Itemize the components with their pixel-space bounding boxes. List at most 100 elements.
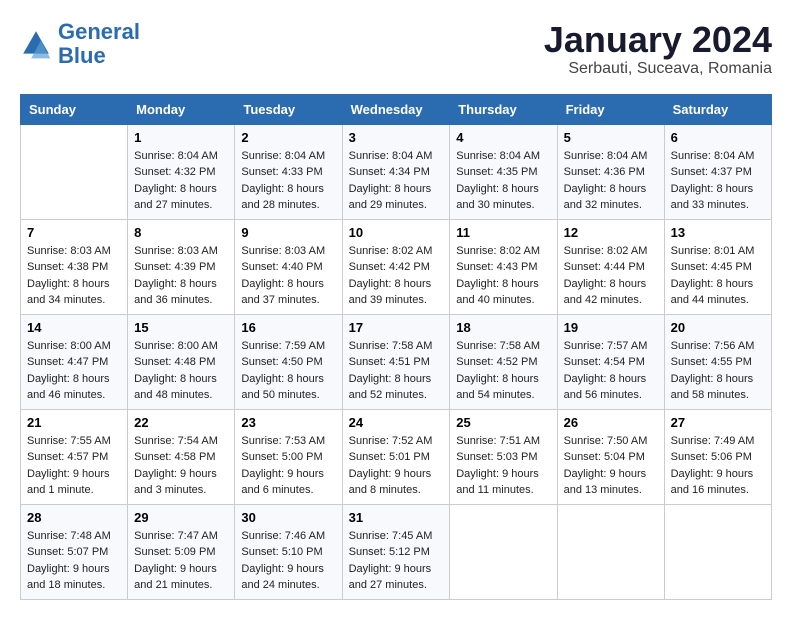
day-cell: 9 Sunrise: 8:03 AMSunset: 4:40 PMDaylight… xyxy=(235,219,342,314)
day-cell: 5Sunrise: 8:04 AMSunset: 4:36 PMDaylight… xyxy=(557,124,664,219)
day-cell xyxy=(664,504,771,599)
week-row-2: 7Sunrise: 8:03 AMSunset: 4:38 PMDaylight… xyxy=(21,219,772,314)
day-number: 18 xyxy=(456,320,550,335)
day-cell: 24 Sunrise: 7:52 AMSunset: 5:01 PMDayligh… xyxy=(342,409,450,504)
day-info: Sunrise: 7:50 AMSunset: 5:04 PMDaylight:… xyxy=(564,433,658,499)
logo-line1: General xyxy=(58,19,140,44)
day-info: Sunrise: 7:54 AMSunset: 4:58 PMDaylight:… xyxy=(134,433,228,499)
day-cell: 23 Sunrise: 7:53 AMSunset: 5:00 PMDayligh… xyxy=(235,409,342,504)
day-info: Sunrise: 8:04 AMSunset: 4:34 PMDaylight:… xyxy=(349,148,444,214)
day-number: 25 xyxy=(456,415,550,430)
day-info: Sunrise: 8:02 AMSunset: 4:44 PMDaylight:… xyxy=(564,243,658,309)
day-cell: 22 Sunrise: 7:54 AMSunset: 4:58 PMDayligh… xyxy=(128,409,235,504)
day-info: Sunrise: 7:51 AMSunset: 5:03 PMDaylight:… xyxy=(456,433,550,499)
day-info: Sunrise: 7:57 AMSunset: 4:54 PMDaylight:… xyxy=(564,338,658,404)
day-info: Sunrise: 7:56 AMSunset: 4:55 PMDaylight:… xyxy=(671,338,765,404)
day-cell: 7Sunrise: 8:03 AMSunset: 4:38 PMDaylight… xyxy=(21,219,128,314)
day-info: Sunrise: 8:04 AMSunset: 4:37 PMDaylight:… xyxy=(671,148,765,214)
day-number: 27 xyxy=(671,415,765,430)
day-cell xyxy=(450,504,557,599)
logo: General Blue xyxy=(20,20,140,68)
day-cell: 25 Sunrise: 7:51 AMSunset: 5:03 PMDayligh… xyxy=(450,409,557,504)
day-number: 28 xyxy=(27,510,121,525)
day-info: Sunrise: 8:04 AMSunset: 4:35 PMDaylight:… xyxy=(456,148,550,214)
day-number: 12 xyxy=(564,225,658,240)
day-number: 26 xyxy=(564,415,658,430)
month-title: January 2024 xyxy=(544,20,772,60)
day-info: Sunrise: 8:03 AMSunset: 4:39 PMDaylight:… xyxy=(134,243,228,309)
day-cell: 19 Sunrise: 7:57 AMSunset: 4:54 PMDayligh… xyxy=(557,314,664,409)
day-cell: 10 Sunrise: 8:02 AMSunset: 4:42 PMDayligh… xyxy=(342,219,450,314)
day-cell: 3 Sunrise: 8:04 AMSunset: 4:34 PMDaylight… xyxy=(342,124,450,219)
day-info: Sunrise: 8:03 AMSunset: 4:40 PMDaylight:… xyxy=(241,243,335,309)
day-cell: 8 Sunrise: 8:03 AMSunset: 4:39 PMDaylight… xyxy=(128,219,235,314)
day-cell: 20Sunrise: 7:56 AMSunset: 4:55 PMDayligh… xyxy=(664,314,771,409)
day-number: 6 xyxy=(671,130,765,145)
header-monday: Monday xyxy=(128,94,235,124)
week-row-3: 14Sunrise: 8:00 AMSunset: 4:47 PMDayligh… xyxy=(21,314,772,409)
day-info: Sunrise: 8:04 AMSunset: 4:33 PMDaylight:… xyxy=(241,148,335,214)
day-number: 3 xyxy=(349,130,444,145)
day-info: Sunrise: 8:04 AMSunset: 4:32 PMDaylight:… xyxy=(134,148,228,214)
day-number: 15 xyxy=(134,320,228,335)
day-info: Sunrise: 8:02 AMSunset: 4:43 PMDaylight:… xyxy=(456,243,550,309)
day-number: 17 xyxy=(349,320,444,335)
day-number: 23 xyxy=(241,415,335,430)
day-info: Sunrise: 7:52 AMSunset: 5:01 PMDaylight:… xyxy=(349,433,444,499)
day-info: Sunrise: 7:49 AMSunset: 5:06 PMDaylight:… xyxy=(671,433,765,499)
day-cell: 16Sunrise: 7:59 AMSunset: 4:50 PMDayligh… xyxy=(235,314,342,409)
header-tuesday: Tuesday xyxy=(235,94,342,124)
day-info: Sunrise: 8:01 AMSunset: 4:45 PMDaylight:… xyxy=(671,243,765,309)
logo-icon xyxy=(20,28,52,60)
day-number: 11 xyxy=(456,225,550,240)
week-row-4: 21 Sunrise: 7:55 AMSunset: 4:57 PMDayligh… xyxy=(21,409,772,504)
day-info: Sunrise: 7:46 AMSunset: 5:10 PMDaylight:… xyxy=(241,528,335,594)
day-cell: 2Sunrise: 8:04 AMSunset: 4:33 PMDaylight… xyxy=(235,124,342,219)
day-cell: 11 Sunrise: 8:02 AMSunset: 4:43 PMDayligh… xyxy=(450,219,557,314)
logo-line2: Blue xyxy=(58,43,106,68)
day-info: Sunrise: 8:00 AMSunset: 4:47 PMDaylight:… xyxy=(27,338,121,404)
day-number: 4 xyxy=(456,130,550,145)
day-number: 19 xyxy=(564,320,658,335)
day-info: Sunrise: 7:59 AMSunset: 4:50 PMDaylight:… xyxy=(241,338,335,404)
day-info: Sunrise: 7:58 AMSunset: 4:52 PMDaylight:… xyxy=(456,338,550,404)
week-row-5: 28 Sunrise: 7:48 AMSunset: 5:07 PMDayligh… xyxy=(21,504,772,599)
day-info: Sunrise: 7:45 AMSunset: 5:12 PMDaylight:… xyxy=(349,528,444,594)
header-sunday: Sunday xyxy=(21,94,128,124)
day-cell: 6 Sunrise: 8:04 AMSunset: 4:37 PMDaylight… xyxy=(664,124,771,219)
logo-text: General Blue xyxy=(58,20,140,68)
day-cell: 15Sunrise: 8:00 AMSunset: 4:48 PMDayligh… xyxy=(128,314,235,409)
day-cell: 21 Sunrise: 7:55 AMSunset: 4:57 PMDayligh… xyxy=(21,409,128,504)
day-cell: 12 Sunrise: 8:02 AMSunset: 4:44 PMDayligh… xyxy=(557,219,664,314)
day-info: Sunrise: 7:55 AMSunset: 4:57 PMDaylight:… xyxy=(27,433,121,499)
day-number: 30 xyxy=(241,510,335,525)
calendar-table: SundayMondayTuesdayWednesdayThursdayFrid… xyxy=(20,94,772,600)
day-info: Sunrise: 7:47 AMSunset: 5:09 PMDaylight:… xyxy=(134,528,228,594)
header-saturday: Saturday xyxy=(664,94,771,124)
day-number: 13 xyxy=(671,225,765,240)
day-number: 22 xyxy=(134,415,228,430)
day-info: Sunrise: 7:48 AMSunset: 5:07 PMDaylight:… xyxy=(27,528,121,594)
day-number: 9 xyxy=(241,225,335,240)
header-friday: Friday xyxy=(557,94,664,124)
day-number: 24 xyxy=(349,415,444,430)
day-cell: 1 Sunrise: 8:04 AMSunset: 4:32 PMDaylight… xyxy=(128,124,235,219)
day-number: 10 xyxy=(349,225,444,240)
day-cell: 18 Sunrise: 7:58 AMSunset: 4:52 PMDayligh… xyxy=(450,314,557,409)
day-number: 31 xyxy=(349,510,444,525)
week-row-1: 1 Sunrise: 8:04 AMSunset: 4:32 PMDaylight… xyxy=(21,124,772,219)
header-wednesday: Wednesday xyxy=(342,94,450,124)
day-cell: 26 Sunrise: 7:50 AMSunset: 5:04 PMDayligh… xyxy=(557,409,664,504)
title-block: January 2024 Serbauti, Suceava, Romania xyxy=(544,20,772,78)
calendar-header-row: SundayMondayTuesdayWednesdayThursdayFrid… xyxy=(21,94,772,124)
day-number: 21 xyxy=(27,415,121,430)
day-cell: 4 Sunrise: 8:04 AMSunset: 4:35 PMDaylight… xyxy=(450,124,557,219)
day-cell: 13 Sunrise: 8:01 AMSunset: 4:45 PMDayligh… xyxy=(664,219,771,314)
day-info: Sunrise: 7:53 AMSunset: 5:00 PMDaylight:… xyxy=(241,433,335,499)
day-info: Sunrise: 8:02 AMSunset: 4:42 PMDaylight:… xyxy=(349,243,444,309)
day-number: 8 xyxy=(134,225,228,240)
day-number: 1 xyxy=(134,130,228,145)
day-number: 7 xyxy=(27,225,121,240)
day-cell: 31 Sunrise: 7:45 AMSunset: 5:12 PMDayligh… xyxy=(342,504,450,599)
day-number: 29 xyxy=(134,510,228,525)
